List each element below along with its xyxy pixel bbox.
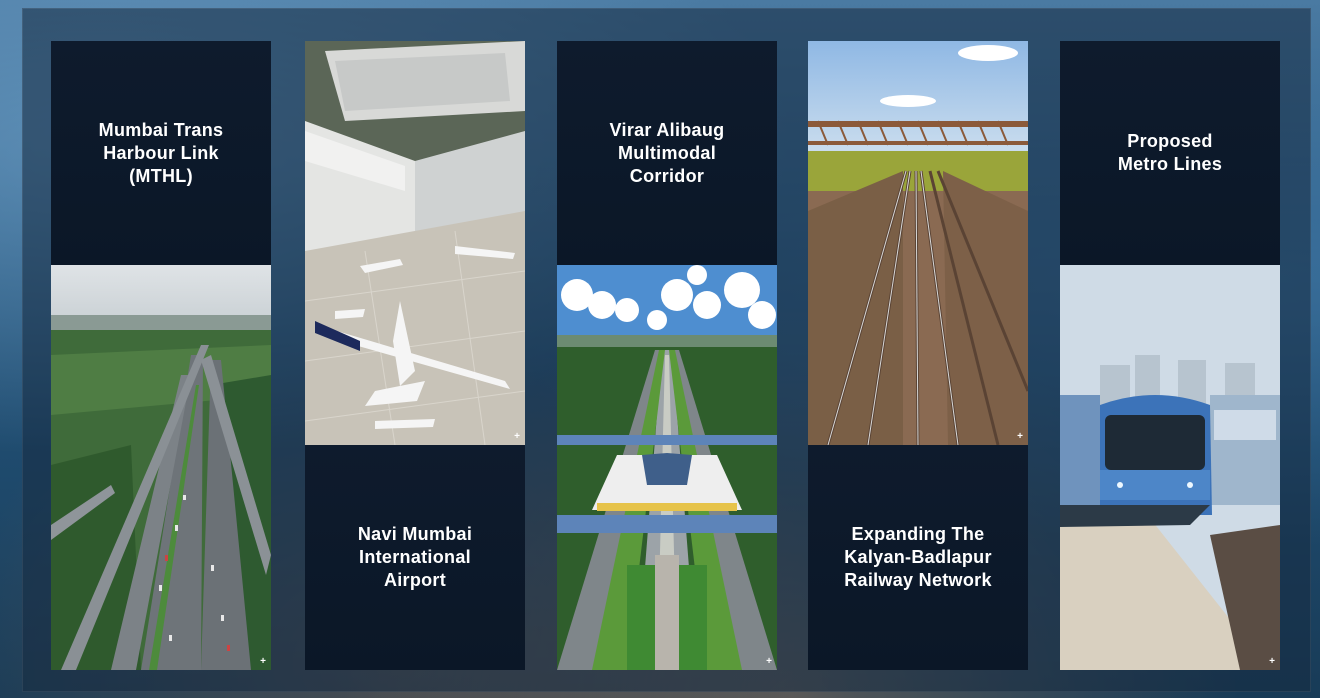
expand-icon[interactable]: + xyxy=(514,432,520,442)
card-title-panel: Expanding The Kalyan-Badlapur Railway Ne… xyxy=(808,445,1028,670)
card-title-panel: Navi Mumbai International Airport xyxy=(305,445,525,670)
metro-train-image: + xyxy=(1060,265,1280,670)
airport-apron-image: + xyxy=(305,41,525,445)
highway-interchange-image: + xyxy=(51,265,271,670)
expand-icon[interactable]: + xyxy=(1269,657,1275,667)
card-title: Navi Mumbai International Airport xyxy=(357,524,473,590)
card-title: Virar Alibaug Multimodal Corridor xyxy=(609,119,725,186)
card-navi-mumbai-airport[interactable]: + Navi Mumbai International Airport xyxy=(305,41,525,670)
railway-tracks-image: + xyxy=(808,41,1028,445)
card-virar-alibaug-corridor[interactable]: Virar Alibaug Multimodal Corridor + xyxy=(557,41,777,670)
card-title: Expanding The Kalyan-Badlapur Railway Ne… xyxy=(844,524,992,590)
card-proposed-metro-lines[interactable]: Proposed Metro Lines + xyxy=(1060,41,1280,670)
multimodal-corridor-image: + xyxy=(557,265,777,670)
card-title-panel: Mumbai Trans Harbour Link (MTHL) xyxy=(51,41,271,265)
card-title: Mumbai Trans Harbour Link (MTHL) xyxy=(98,119,224,186)
expand-icon[interactable]: + xyxy=(260,657,266,667)
card-title-panel: Proposed Metro Lines xyxy=(1060,41,1280,265)
card-title-panel: Virar Alibaug Multimodal Corridor xyxy=(557,41,777,265)
card-kalyan-badlapur-railway[interactable]: + Expanding The Kalyan-Badlapur Railway … xyxy=(808,41,1028,670)
card-title: Proposed Metro Lines xyxy=(1117,131,1223,174)
expand-icon[interactable]: + xyxy=(1017,432,1023,442)
expand-icon[interactable]: + xyxy=(766,657,772,667)
card-mthl[interactable]: Mumbai Trans Harbour Link (MTHL) + xyxy=(51,41,271,670)
